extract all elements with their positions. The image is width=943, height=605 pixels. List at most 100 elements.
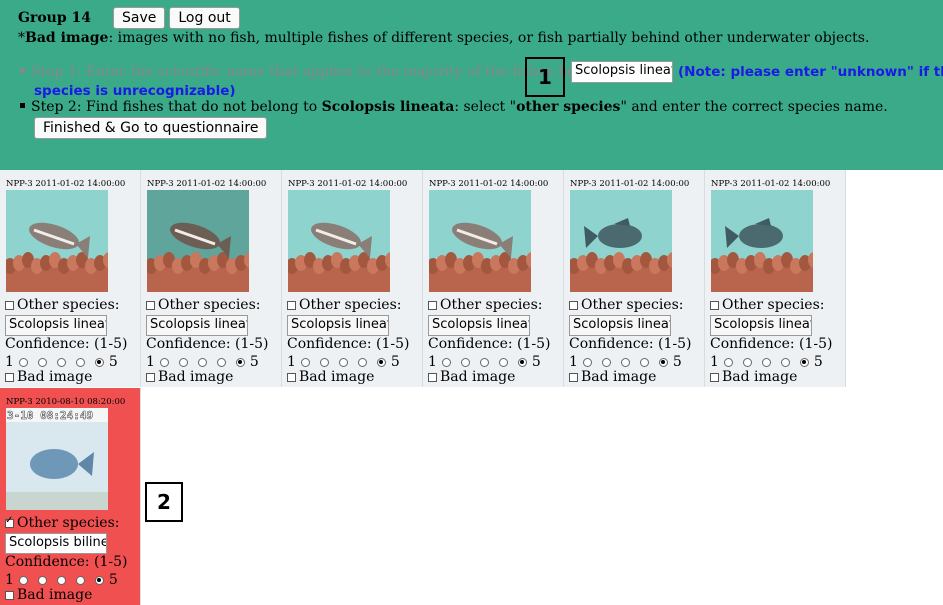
step2-text-b: : select " [454,99,517,115]
other-species-label: Other species: [722,297,825,313]
bad-image-note: *Bad image: images with no fish, multipl… [18,30,869,46]
confidence-radio-4[interactable] [357,357,367,367]
other-species-label: Other species: [581,297,684,313]
fish-image[interactable] [429,190,531,292]
scale-min-label: 1 [569,354,578,370]
bad-image-checkbox[interactable] [5,590,14,600]
confidence-radio-5[interactable] [517,357,527,367]
save-button[interactable]: Save [113,7,166,29]
fish-image[interactable] [6,190,108,292]
fish-image[interactable]: 3-10 08:24:49 [6,408,108,510]
confidence-radio-4[interactable] [780,357,790,367]
confidence-radio-2[interactable] [601,357,611,367]
scale-max-label: 5 [108,572,118,588]
fish-image[interactable] [147,190,249,292]
species-name-input[interactable]: Scolopsis lineata [146,315,248,336]
card-caption: NPP-3 2011-01-02 14:00:00 [570,179,690,189]
bad-image-row: Bad image [710,369,797,385]
confidence-scale: 1 5 [5,572,118,588]
confidence-radio-3[interactable] [761,357,771,367]
step2-other: other species [516,99,621,115]
confidence-radio-1[interactable] [18,575,28,585]
confidence-radio-2[interactable] [460,357,470,367]
confidence-radio-3[interactable] [56,357,66,367]
bad-image-checkbox[interactable] [146,372,155,382]
confidence-radio-2[interactable] [37,575,47,585]
bad-image-row: Bad image [428,369,515,385]
other-species-checkbox[interactable] [146,300,155,310]
confidence-radio-3[interactable] [620,357,630,367]
bad-image-checkbox[interactable] [5,372,14,382]
bad-image-checkbox[interactable] [710,372,719,382]
confidence-radio-1[interactable] [441,357,451,367]
scale-min-label: 1 [5,354,14,370]
confidence-radio-5[interactable] [235,357,245,367]
other-species-row: Other species: [5,515,119,531]
fish-card-2: NPP-3 2011-01-02 14:00:00 Other species:… [141,170,282,387]
confidence-radio-4[interactable] [498,357,508,367]
other-species-checkbox[interactable] [710,300,719,310]
step1-note-line2: species is unrecognizable) [34,83,236,99]
fish-image[interactable] [711,190,813,292]
confidence-scale: 1 5 [428,354,541,370]
other-species-checkbox[interactable] [428,300,437,310]
species-name-input[interactable]: Scolopsis lineata [428,315,530,336]
other-species-checkbox[interactable] [5,515,14,528]
step1-note-line1: (Note: please enter "unknown" if the [678,64,943,80]
species-name-input[interactable]: Scolopsis bilineata [5,533,107,554]
confidence-radio-5[interactable] [376,357,386,367]
bad-image-checkbox[interactable] [569,372,578,382]
scientific-name-input[interactable]: Scolopsis lineata [571,61,673,83]
other-species-label: Other species: [299,297,402,313]
confidence-radio-2[interactable] [178,357,188,367]
confidence-scale: 1 5 [710,354,823,370]
confidence-label: Confidence: (1-5) [569,336,692,352]
bad-image-checkbox[interactable] [428,372,437,382]
confidence-radio-4[interactable] [216,357,226,367]
annotation-marker-1: 1 [525,57,565,97]
instruction-header: Group 14 Save Log out *Bad image: images… [0,0,943,170]
other-species-row: Other species: [710,297,824,313]
confidence-radio-5[interactable] [658,357,668,367]
confidence-radio-2[interactable] [319,357,329,367]
species-name-input[interactable]: Scolopsis lineata [5,315,107,336]
other-species-checkbox[interactable] [5,300,14,310]
species-name-input[interactable]: Scolopsis lineata [287,315,389,336]
species-name-input[interactable]: Scolopsis lineata [710,315,812,336]
confidence-radio-3[interactable] [56,575,66,585]
confidence-radio-4[interactable] [75,357,85,367]
fish-image[interactable] [288,190,390,292]
confidence-label: Confidence: (1-5) [5,554,128,570]
confidence-radio-5[interactable] [94,357,104,367]
other-species-checkbox[interactable] [287,300,296,310]
annotation-marker-2: 2 [145,482,183,522]
confidence-radio-3[interactable] [479,357,489,367]
confidence-radio-1[interactable] [723,357,733,367]
confidence-radio-4[interactable] [75,575,85,585]
confidence-radio-1[interactable] [18,357,28,367]
confidence-radio-4[interactable] [639,357,649,367]
confidence-radio-2[interactable] [742,357,752,367]
confidence-scale: 1 5 [569,354,682,370]
bad-image-checkbox[interactable] [287,372,296,382]
confidence-radio-1[interactable] [159,357,169,367]
confidence-radio-5[interactable] [94,575,104,585]
fish-image[interactable] [570,190,672,292]
other-species-checkbox[interactable] [569,300,578,310]
confidence-label: Confidence: (1-5) [710,336,833,352]
bad-image-label: Bad image [440,369,516,385]
confidence-radio-1[interactable] [300,357,310,367]
step1-instruction: Step 1: Enter the scientific name that a… [20,64,605,80]
bad-image-label: Bad image [581,369,657,385]
confidence-radio-3[interactable] [197,357,207,367]
confidence-radio-2[interactable] [37,357,47,367]
confidence-radio-1[interactable] [582,357,592,367]
confidence-radio-5[interactable] [799,357,809,367]
confidence-radio-3[interactable] [338,357,348,367]
card-caption: NPP-3 2011-01-02 14:00:00 [711,179,831,189]
finish-questionnaire-button[interactable]: Finished & Go to questionnaire [34,117,268,139]
logout-button[interactable]: Log out [169,7,240,29]
step2-bullet-icon [20,102,25,108]
confidence-label: Confidence: (1-5) [146,336,269,352]
species-name-input[interactable]: Scolopsis lineata [569,315,671,336]
